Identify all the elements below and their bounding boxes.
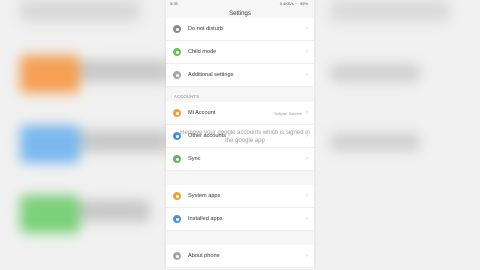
row-label: System apps	[188, 193, 221, 199]
mi-account-icon	[173, 109, 181, 117]
installed-apps-icon	[173, 215, 181, 223]
chevron-right-icon: ›	[306, 26, 308, 32]
row-label: About phone	[188, 253, 220, 259]
section-header-accounts: ACCOUNTS	[174, 94, 200, 99]
sync-icon	[173, 155, 181, 163]
chevron-right-icon: ›	[306, 193, 308, 199]
row-label: Child mode	[188, 49, 217, 55]
row-value: Sufiyan Saleem	[273, 110, 302, 116]
row-system-apps[interactable]: System apps ›	[166, 185, 314, 208]
status-time: 5:35	[170, 1, 178, 6]
row-installed-apps[interactable]: Installed apps ›	[166, 208, 314, 231]
row-label: Mi Account	[188, 110, 216, 116]
row-label: Installed apps	[188, 216, 223, 222]
row-do-not-disturb[interactable]: Do not disturb ›	[166, 18, 314, 41]
chevron-right-icon: ›	[306, 110, 308, 116]
chevron-right-icon: ›	[306, 156, 308, 162]
chevron-right-icon: ›	[306, 72, 308, 78]
chevron-right-icon: ›	[306, 253, 308, 259]
settings-group-about: About phone ›	[166, 245, 314, 268]
chevron-right-icon: ›	[306, 216, 308, 222]
row-about-phone[interactable]: About phone ›	[166, 245, 314, 268]
about-icon	[173, 252, 181, 260]
row-label: Sync	[188, 156, 201, 162]
caption-overlay: Remove your google accounts which is sig…	[180, 130, 310, 144]
child-icon	[173, 48, 181, 56]
row-child-mode[interactable]: Child mode ›	[166, 41, 314, 64]
row-mi-account[interactable]: Mi Account Sufiyan Saleem ›	[166, 102, 314, 125]
chevron-right-icon: ›	[306, 49, 308, 55]
more-icon	[173, 71, 181, 79]
row-label: Do not disturb	[188, 26, 223, 32]
system-apps-icon	[173, 192, 181, 200]
row-sync[interactable]: Sync ›	[166, 148, 314, 171]
row-additional-settings[interactable]: Additional settings ›	[166, 64, 314, 87]
settings-group-apps: System apps › Installed apps ›	[166, 185, 314, 231]
status-bar: 5:35 0.4KB/s ··· 95%	[166, 0, 314, 8]
row-label: Additional settings	[188, 72, 234, 78]
settings-group-general: Do not disturb › Child mode › Additional…	[166, 18, 314, 87]
status-indicators: 0.4KB/s ··· 95%	[279, 1, 308, 6]
moon-icon	[173, 25, 181, 33]
